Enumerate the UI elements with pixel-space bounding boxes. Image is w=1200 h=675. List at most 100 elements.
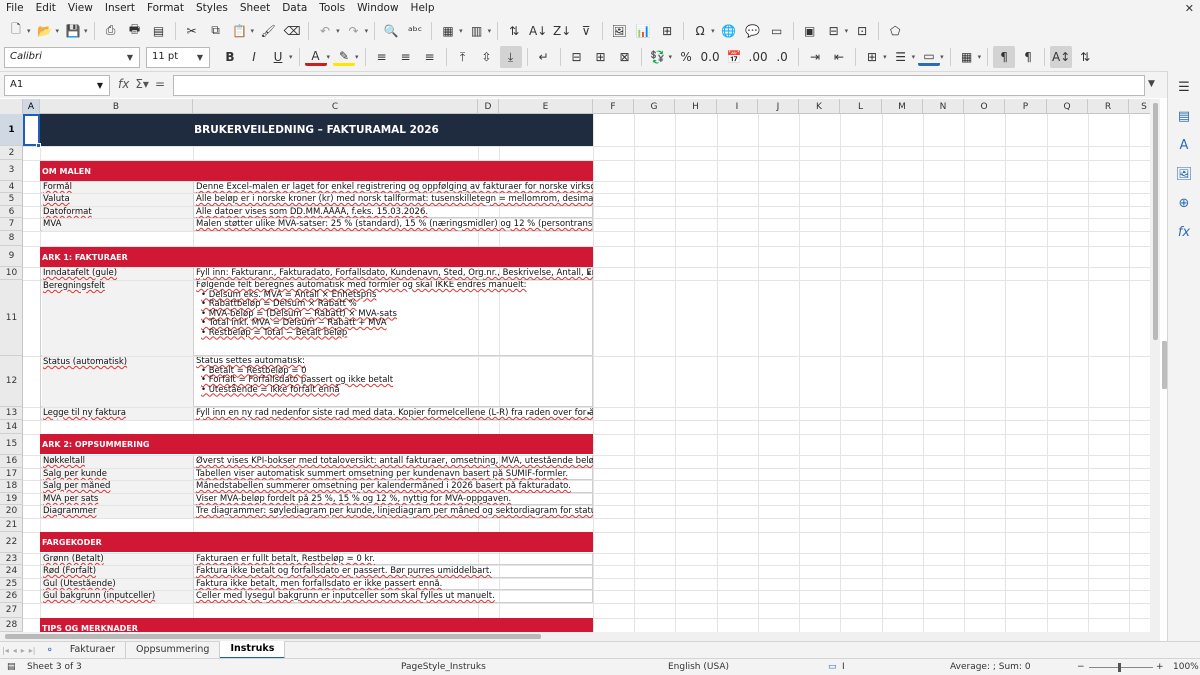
merge-center-icon[interactable]: ⊟ (566, 46, 588, 68)
pivot-table-icon[interactable]: ⊞ (656, 20, 678, 42)
conditional-format-icon[interactable]: ▦ (956, 46, 978, 68)
column-header[interactable]: I (717, 99, 758, 114)
align-bottom-icon[interactable]: ⤓ (499, 46, 522, 68)
underline-icon[interactable]: U (267, 46, 289, 68)
sheet-tab-fakturaer[interactable]: Fakturaer (60, 642, 126, 658)
row-header[interactable]: 19 (0, 493, 23, 505)
row-header[interactable]: 22 (0, 532, 23, 553)
insert-image-icon[interactable]: 🖼 (608, 20, 630, 42)
column-header[interactable]: O (964, 99, 1005, 114)
column-dropdown-icon[interactable]: ▾ (488, 27, 492, 35)
paste-dropdown-icon[interactable]: ▾ (251, 27, 255, 35)
page-style[interactable]: PageStyle_Instruks (401, 662, 486, 672)
row-header[interactable]: 23 (0, 553, 23, 565)
borders-icon[interactable]: ⊞ (861, 46, 883, 68)
date-format-icon[interactable]: 📅 (723, 46, 745, 68)
font-color-dropdown-icon[interactable]: ▾ (327, 53, 331, 61)
row-header[interactable]: 5 (0, 193, 23, 206)
column-header[interactable]: G (634, 99, 675, 114)
menu-window[interactable]: Window (351, 0, 404, 17)
column-header[interactable]: P (1005, 99, 1047, 114)
menu-edit[interactable]: Edit (30, 0, 62, 17)
align-center-icon[interactable]: ≡ (395, 46, 417, 68)
find-replace-icon[interactable]: 🔍 (380, 20, 402, 42)
styles-icon[interactable]: A (1176, 137, 1192, 153)
menu-styles[interactable]: Styles (190, 0, 234, 17)
column-header[interactable]: K (799, 99, 840, 114)
row-header[interactable]: 4 (0, 181, 23, 193)
currency-format-icon[interactable]: 💱 (647, 46, 669, 68)
align-right-icon[interactable]: ≡ (419, 46, 441, 68)
sheet-tab-oppsummering[interactable]: Oppsummering (126, 642, 221, 658)
previous-sheet-icon[interactable]: ◂ (11, 646, 19, 655)
column-header[interactable]: A (23, 99, 40, 114)
column-header[interactable]: Q (1047, 99, 1088, 114)
menu-insert[interactable]: Insert (99, 0, 141, 17)
column-header[interactable]: R (1088, 99, 1129, 114)
cell-area[interactable]: BRUKERVEILEDNING – FAKTURAMAL 2026 OM MA… (23, 114, 1160, 632)
row-header[interactable]: 20 (0, 505, 23, 518)
formula-input[interactable] (173, 75, 1145, 96)
chevron-down-icon[interactable]: ▼ (91, 76, 109, 95)
row-header[interactable]: 18 (0, 480, 23, 493)
column-header[interactable]: N (923, 99, 964, 114)
cell-cursor[interactable] (23, 114, 40, 146)
row-header[interactable]: 3 (0, 160, 23, 181)
menu-sheet[interactable]: Sheet (234, 0, 276, 17)
percent-format-icon[interactable]: % (675, 46, 697, 68)
print-icon[interactable]: 🖶 (124, 20, 146, 42)
highlight-color-icon[interactable]: ✎ (333, 48, 356, 66)
row-header[interactable]: 8 (0, 231, 23, 246)
sheet-tab-instruks[interactable]: Instruks (220, 641, 286, 659)
column-header[interactable]: B (40, 99, 193, 114)
row-header[interactable]: 12 (0, 356, 23, 407)
column-header[interactable]: C (193, 99, 478, 114)
row-header[interactable]: 2 (0, 146, 23, 160)
font-name-box[interactable]: Calibri ▼ (4, 47, 140, 68)
row-header[interactable]: 1 (0, 114, 23, 146)
row-header[interactable]: 14 (0, 420, 23, 434)
print-preview-icon[interactable]: ▤ (148, 20, 170, 42)
cut-icon[interactable]: ✂ (181, 20, 203, 42)
select-all-corner[interactable] (0, 99, 23, 114)
vertical-text-icon[interactable]: A↕ (1050, 46, 1073, 68)
show-draw-functions-icon[interactable]: ⬠ (884, 20, 906, 42)
formula-icon[interactable]: = (155, 77, 165, 91)
column-icon[interactable]: ▥ (466, 20, 488, 42)
sort-icon[interactable]: ⇅ (503, 20, 525, 42)
row-header[interactable]: 28 (0, 618, 23, 632)
chevron-down-icon[interactable]: ▼ (191, 48, 209, 67)
row-header[interactable]: 7 (0, 218, 23, 231)
highlight-dropdown-icon[interactable]: ▾ (355, 53, 359, 61)
menu-view[interactable]: View (62, 0, 99, 17)
row-dropdown-icon[interactable]: ▾ (459, 27, 463, 35)
delete-decimal-icon[interactable]: .0 (771, 46, 793, 68)
save-dropdown-icon[interactable]: ▾ (84, 27, 88, 35)
sum-icon[interactable]: Σ▾ (135, 77, 149, 91)
decrease-indent-icon[interactable]: ⇤ (828, 46, 850, 68)
new-document-icon[interactable]: 🗋 (5, 20, 27, 42)
font-size-box[interactable]: 11 pt ▼ (146, 47, 210, 68)
language-status[interactable]: English (USA) (668, 662, 729, 672)
row-header[interactable]: 27 (0, 603, 23, 618)
column-header[interactable]: F (593, 99, 634, 114)
redo-icon[interactable]: ↷ (343, 20, 365, 42)
functions-icon[interactable]: fx (1176, 224, 1192, 240)
name-box[interactable]: A1 ▼ (4, 75, 110, 96)
clone-formatting-icon[interactable]: 🖌 (257, 20, 279, 42)
freeze-dropdown-icon[interactable]: ▾ (845, 27, 849, 35)
italic-icon[interactable]: I (243, 46, 265, 68)
row-header[interactable]: 16 (0, 455, 23, 468)
open-dropdown-icon[interactable]: ▾ (56, 27, 60, 35)
zoom-out-icon[interactable]: − (1077, 662, 1085, 672)
row-header[interactable]: 6 (0, 206, 23, 218)
hyperlink-icon[interactable]: 🌐 (718, 20, 740, 42)
column-header[interactable]: M (882, 99, 923, 114)
last-sheet-icon[interactable]: ▸| (27, 646, 38, 655)
column-header[interactable]: D (478, 99, 499, 114)
expand-formula-bar-icon[interactable]: ▼ (1148, 79, 1155, 89)
wrap-text-icon[interactable]: ↵ (533, 46, 555, 68)
copy-icon[interactable]: ⧉ (205, 20, 227, 42)
header-footer-icon[interactable]: ▭ (766, 20, 788, 42)
currency-dropdown-icon[interactable]: ▾ (669, 53, 673, 61)
